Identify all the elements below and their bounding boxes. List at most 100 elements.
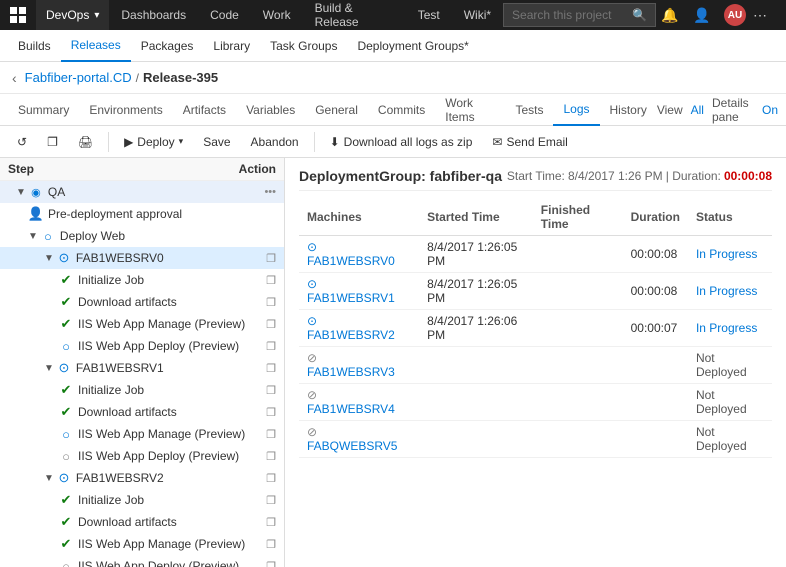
- subnav-releases[interactable]: Releases: [61, 30, 131, 62]
- save-button[interactable]: Save: [194, 129, 239, 155]
- step-iis-manage-2[interactable]: ✔ IIS Web App Manage (Preview) ❐: [0, 533, 284, 555]
- step-fab1websrv0[interactable]: ▼ ⊙ FAB1WEBSRV0 ❐: [0, 247, 284, 269]
- cell-finished: [533, 236, 623, 273]
- step-init-job-2[interactable]: ✔ Initialize Job ❐: [0, 489, 284, 511]
- machine-link[interactable]: FABQWEBSRV5: [307, 439, 397, 453]
- tab-logs[interactable]: Logs: [553, 94, 599, 126]
- step-fab1websrv2[interactable]: ▼ ⊙ FAB1WEBSRV2 ❐: [0, 467, 284, 489]
- tab-history[interactable]: History: [600, 94, 657, 126]
- notifications-icon[interactable]: 🔔: [660, 1, 688, 29]
- send-email-button[interactable]: ✉ Send Email: [483, 129, 576, 155]
- cell-started: 8/4/2017 1:26:05 PM: [419, 273, 533, 310]
- download-logs-button[interactable]: ⬇ Download all logs as zip: [321, 129, 482, 155]
- init-job-2-icon: ✔: [58, 492, 74, 508]
- print-button[interactable]: 🖨: [69, 129, 102, 155]
- step-iis-manage-1[interactable]: ○ IIS Web App Manage (Preview) ❐: [0, 423, 284, 445]
- step-init-job-1[interactable]: ✔ Initialize Job ❐: [0, 379, 284, 401]
- nav-test[interactable]: Test: [406, 0, 452, 30]
- cell-status: In Progress: [688, 273, 772, 310]
- step-deploy-web[interactable]: ▼ ○ Deploy Web: [0, 225, 284, 247]
- abandon-button[interactable]: Abandon: [242, 129, 308, 155]
- nav-work[interactable]: Work: [251, 0, 303, 30]
- deploy-button[interactable]: ▶ Deploy ▾: [115, 129, 192, 155]
- init-job-2-action[interactable]: ❐: [266, 494, 276, 507]
- qa-expand-icon: ▼: [16, 187, 26, 198]
- copy-button[interactable]: ❐: [38, 129, 67, 155]
- download-art-1-action[interactable]: ❐: [266, 406, 276, 419]
- tab-tests[interactable]: Tests: [505, 94, 553, 126]
- tab-environments[interactable]: Environments: [79, 94, 172, 126]
- download-art-0-action[interactable]: ❐: [266, 296, 276, 309]
- breadcrumb-separator: /: [136, 71, 139, 85]
- step-init-job-0[interactable]: ✔ Initialize Job ❐: [0, 269, 284, 291]
- tab-work-items[interactable]: Work Items: [435, 94, 505, 126]
- details-pane-on-link[interactable]: On: [762, 103, 778, 117]
- machine-link[interactable]: FAB1WEBSRV3: [307, 365, 395, 379]
- search-box[interactable]: 🔍: [503, 3, 656, 27]
- breadcrumb-current: Release-395: [143, 70, 218, 85]
- tab-artifacts[interactable]: Artifacts: [173, 94, 236, 126]
- toolbar-separator-2: [314, 132, 315, 152]
- nav-dashboards[interactable]: Dashboards: [109, 0, 198, 30]
- deploy-web-label: Deploy Web: [60, 229, 276, 243]
- qa-more-icon[interactable]: •••: [264, 186, 276, 198]
- fab1websrv1-action-icon[interactable]: ❐: [266, 362, 276, 375]
- action-col-header: Action: [239, 162, 276, 176]
- iis-manage-0-action[interactable]: ❐: [266, 318, 276, 331]
- step-fab1websrv1[interactable]: ▼ ⊙ FAB1WEBSRV1 ❐: [0, 357, 284, 379]
- subnav-deployment-groups[interactable]: Deployment Groups*: [347, 30, 478, 62]
- machine-link[interactable]: FAB1WEBSRV2: [307, 328, 395, 342]
- iis-manage-1-action[interactable]: ❐: [266, 428, 276, 441]
- subnav-library[interactable]: Library: [203, 30, 260, 62]
- tab-general[interactable]: General: [305, 94, 368, 126]
- step-iis-deploy-0[interactable]: ○ IIS Web App Deploy (Preview) ❐: [0, 335, 284, 357]
- cell-status: Not Deployed: [688, 384, 772, 421]
- iis-deploy-2-action[interactable]: ❐: [266, 560, 276, 567]
- step-download-art-2[interactable]: ✔ Download artifacts ❐: [0, 511, 284, 533]
- step-download-art-0[interactable]: ✔ Download artifacts ❐: [0, 291, 284, 313]
- search-input[interactable]: [512, 8, 632, 22]
- top-nav-right: 🔍 🔔 👤 AU ⋯: [503, 1, 786, 29]
- nav-wiki[interactable]: Wiki*: [452, 0, 503, 30]
- breadcrumb-back[interactable]: ‹: [12, 70, 17, 86]
- tab-variables[interactable]: Variables: [236, 94, 305, 126]
- init-job-1-icon: ✔: [58, 382, 74, 398]
- subnav-task-groups[interactable]: Task Groups: [260, 30, 347, 62]
- view-all-link[interactable]: All: [691, 103, 704, 117]
- breadcrumb-parent[interactable]: Fabfiber-portal.CD: [25, 70, 132, 85]
- step-qa-group[interactable]: ▼ ◉ QA •••: [0, 181, 284, 203]
- nav-code[interactable]: Code: [198, 0, 251, 30]
- download-art-2-action[interactable]: ❐: [266, 516, 276, 529]
- org-name[interactable]: DevOps ▾: [36, 0, 109, 30]
- machine-link[interactable]: FAB1WEBSRV1: [307, 291, 395, 305]
- fab1websrv2-action-icon[interactable]: ❐: [266, 472, 276, 485]
- step-pre-deployment[interactable]: 👤 Pre-deployment approval: [0, 203, 284, 225]
- cell-started: [419, 384, 533, 421]
- avatar[interactable]: AU: [724, 4, 746, 26]
- more-icon[interactable]: ⋯: [750, 1, 778, 29]
- step-iis-deploy-2[interactable]: ○ IIS Web App Deploy (Preview) ❐: [0, 555, 284, 567]
- step-iis-deploy-1[interactable]: ○ IIS Web App Deploy (Preview) ❐: [0, 445, 284, 467]
- person-icon[interactable]: 👤: [692, 1, 720, 29]
- nav-build-release[interactable]: Build & Release: [303, 0, 406, 30]
- refresh-icon: ↺: [17, 135, 27, 149]
- step-iis-manage-0[interactable]: ✔ IIS Web App Manage (Preview) ❐: [0, 313, 284, 335]
- iis-deploy-0-action[interactable]: ❐: [266, 340, 276, 353]
- init-job-0-action[interactable]: ❐: [266, 274, 276, 287]
- tab-summary[interactable]: Summary: [8, 94, 79, 126]
- machine-link[interactable]: FAB1WEBSRV4: [307, 402, 395, 416]
- refresh-button[interactable]: ↺: [8, 129, 36, 155]
- tab-commits[interactable]: Commits: [368, 94, 435, 126]
- machine-link[interactable]: FAB1WEBSRV0: [307, 254, 395, 268]
- table-header-row: Machines Started Time Finished Time Dura…: [299, 199, 772, 236]
- app-logo[interactable]: [0, 0, 36, 30]
- fab1websrv2-icon: ⊙: [56, 470, 72, 486]
- init-job-1-action[interactable]: ❐: [266, 384, 276, 397]
- step-download-art-1[interactable]: ✔ Download artifacts ❐: [0, 401, 284, 423]
- fab1websrv0-action-icon[interactable]: ❐: [266, 252, 276, 265]
- subnav-builds[interactable]: Builds: [8, 30, 61, 62]
- iis-manage-2-action[interactable]: ❐: [266, 538, 276, 551]
- subnav-packages[interactable]: Packages: [131, 30, 204, 62]
- iis-deploy-1-action[interactable]: ❐: [266, 450, 276, 463]
- table-row: ⊘ FABQWEBSRV5 Not Deployed: [299, 421, 772, 458]
